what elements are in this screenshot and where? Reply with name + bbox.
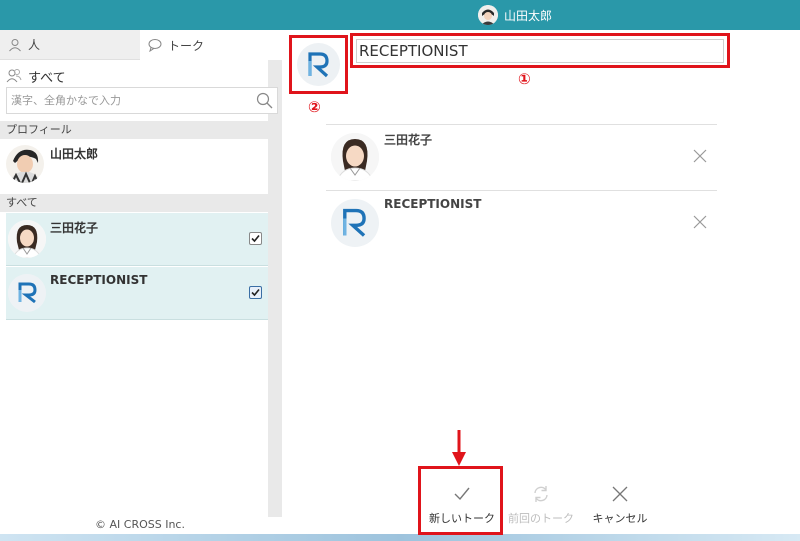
previous-talk-label: 前回のトーク — [508, 512, 574, 525]
cancel-button[interactable]: キャンセル — [584, 484, 656, 526]
copyright: © AI CROSS Inc. — [95, 518, 185, 531]
check-icon — [452, 484, 472, 504]
sidebar-tabs: 人 トーク — [0, 30, 282, 60]
person-icon — [8, 38, 22, 52]
search-icon[interactable] — [256, 92, 273, 109]
member-avatar — [331, 199, 379, 247]
filter-all[interactable]: すべて — [6, 66, 66, 86]
contact-row[interactable]: 三田花子 — [6, 213, 268, 266]
contact-name: RECEPTIONIST — [50, 273, 148, 287]
speech-bubble-icon — [148, 38, 162, 53]
receptionist-logo-avatar — [8, 274, 46, 312]
contact-avatar — [8, 220, 46, 258]
new-talk-button[interactable]: 新しいトーク — [424, 484, 500, 526]
profile-name: 山田太郎 — [50, 147, 99, 161]
bottom-strip — [0, 534, 800, 541]
talk-title-input[interactable]: RECEPTIONIST — [356, 39, 724, 63]
member-row: RECEPTIONIST — [326, 190, 717, 256]
remove-member-icon[interactable] — [691, 147, 709, 165]
filter-all-label: すべて — [28, 70, 66, 86]
annotation-1: ① — [518, 70, 531, 88]
profile-section-header: プロフィール — [0, 121, 282, 139]
down-arrow-indicator — [452, 430, 466, 466]
remove-member-icon[interactable] — [691, 213, 709, 231]
previous-talk-button[interactable]: 前回のトーク — [503, 484, 579, 526]
close-icon — [610, 484, 630, 504]
refresh-icon — [531, 484, 551, 504]
contact-row[interactable]: RECEPTIONIST — [6, 267, 268, 320]
top-bar: 山田太郎 — [0, 0, 800, 30]
new-talk-label: 新しいトーク — [429, 512, 495, 525]
tab-talk[interactable]: トーク — [140, 30, 282, 60]
talk-avatar-highlight — [289, 35, 348, 94]
contact-name: 三田花子 — [50, 221, 99, 235]
profile-avatar — [6, 145, 44, 183]
people-icon — [6, 68, 22, 84]
contact-checkbox[interactable] — [249, 232, 262, 245]
tab-talk-label: トーク — [168, 38, 205, 53]
cancel-label: キャンセル — [592, 512, 648, 525]
talk-avatar[interactable] — [297, 43, 340, 86]
search-box — [6, 87, 278, 114]
profile-row[interactable]: 山田太郎 — [6, 142, 268, 188]
talk-title-highlight: RECEPTIONIST — [350, 33, 730, 68]
contact-checkbox[interactable] — [249, 286, 262, 299]
search-input[interactable] — [7, 88, 247, 113]
current-user[interactable]: 山田太郎 — [478, 4, 552, 26]
sidebar: 人 トーク すべて プロフィール 山田太郎 すべて 三田花子 — [0, 30, 282, 517]
member-avatar — [331, 133, 379, 181]
tab-people[interactable]: 人 — [0, 30, 140, 60]
user-avatar — [478, 5, 498, 25]
user-name: 山田太郎 — [504, 8, 553, 23]
member-name: RECEPTIONIST — [384, 197, 482, 211]
member-name: 三田花子 — [384, 133, 433, 147]
all-section-header: すべて — [0, 194, 282, 212]
annotation-2: ② — [308, 98, 321, 116]
member-row: 三田花子 — [326, 124, 717, 190]
tab-people-label: 人 — [28, 38, 41, 52]
